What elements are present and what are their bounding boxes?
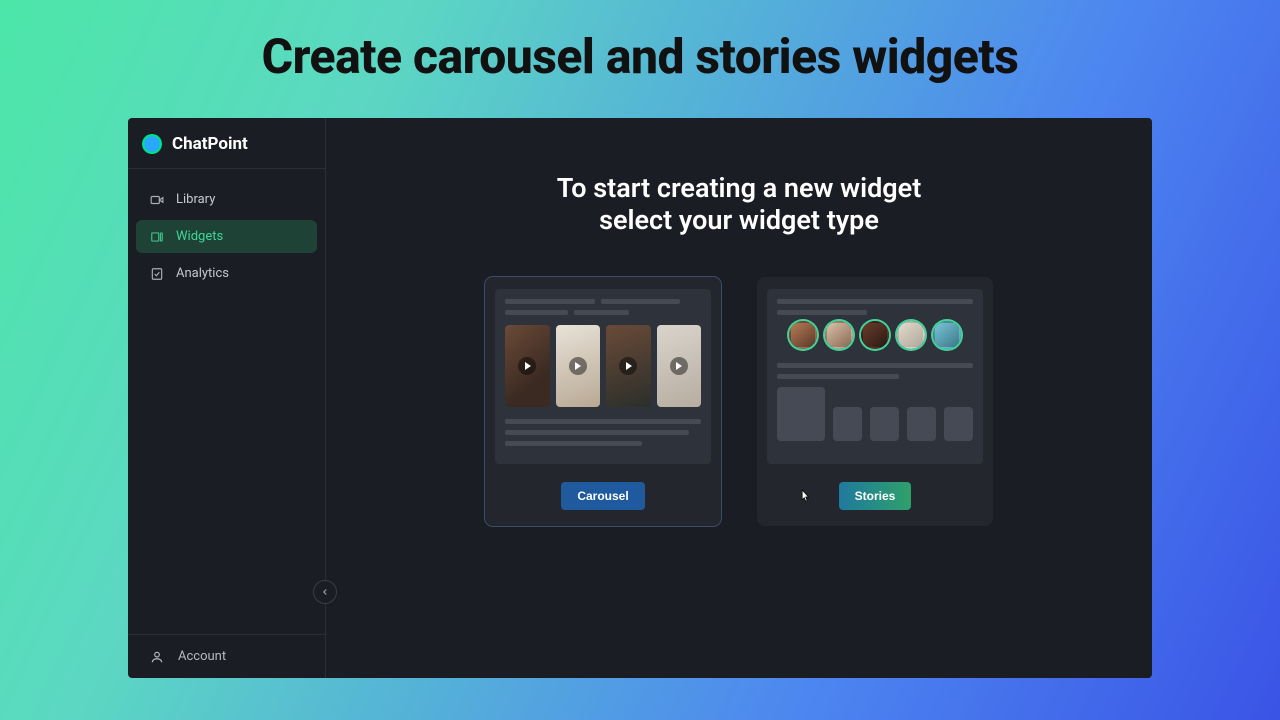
sidebar-item-library[interactable]: Library bbox=[136, 183, 317, 216]
sidebar-item-widgets[interactable]: Widgets bbox=[136, 220, 317, 253]
play-icon bbox=[619, 357, 637, 375]
carousel-thumbnails bbox=[505, 325, 701, 407]
carousel-card[interactable]: Carousel bbox=[485, 277, 721, 526]
main-heading: To start creating a new widget select yo… bbox=[366, 172, 1112, 237]
carousel-thumb bbox=[657, 325, 702, 407]
play-icon bbox=[569, 357, 587, 375]
carousel-preview bbox=[495, 289, 711, 464]
sidebar-item-account[interactable]: Account bbox=[128, 634, 325, 678]
heading-line: select your widget type bbox=[599, 204, 879, 236]
brand: ChatPoint bbox=[128, 118, 325, 169]
user-icon bbox=[150, 650, 164, 664]
heading-line: To start creating a new widget bbox=[557, 172, 922, 204]
sidebar-item-label: Library bbox=[176, 192, 215, 207]
story-avatar bbox=[825, 321, 853, 349]
sidebar-item-label: Analytics bbox=[176, 266, 229, 281]
main-content: To start creating a new widget select yo… bbox=[326, 118, 1152, 678]
sidebar-item-label: Widgets bbox=[176, 229, 223, 244]
play-icon bbox=[670, 357, 688, 375]
brand-logo-icon bbox=[142, 134, 162, 154]
story-avatar bbox=[789, 321, 817, 349]
story-avatar bbox=[861, 321, 889, 349]
placeholder-block bbox=[907, 407, 936, 441]
play-icon bbox=[518, 357, 536, 375]
placeholder-block bbox=[833, 407, 862, 441]
widget-cards: Carousel bbox=[366, 277, 1112, 526]
story-avatar bbox=[933, 321, 961, 349]
carousel-thumb bbox=[606, 325, 651, 407]
stories-avatars bbox=[777, 321, 973, 349]
stories-preview bbox=[767, 289, 983, 464]
video-icon bbox=[150, 193, 164, 207]
placeholder-block bbox=[944, 407, 973, 441]
app-window: ChatPoint Library Widgets Analytics bbox=[128, 118, 1152, 678]
sidebar: ChatPoint Library Widgets Analytics bbox=[128, 118, 326, 678]
sidebar-item-label: Account bbox=[178, 649, 226, 664]
story-avatar bbox=[897, 321, 925, 349]
placeholder-block bbox=[870, 407, 899, 441]
carousel-thumb bbox=[556, 325, 601, 407]
widgets-icon bbox=[150, 230, 164, 244]
carousel-button[interactable]: Carousel bbox=[561, 482, 644, 510]
sidebar-nav: Library Widgets Analytics bbox=[128, 169, 325, 290]
placeholder-block bbox=[777, 387, 825, 441]
stories-card[interactable]: Stories bbox=[757, 277, 993, 526]
hero-title: Create carousel and stories widgets bbox=[0, 0, 1280, 85]
stories-button[interactable]: Stories bbox=[839, 482, 912, 510]
carousel-thumb bbox=[505, 325, 550, 407]
sidebar-item-analytics[interactable]: Analytics bbox=[136, 257, 317, 290]
brand-name: ChatPoint bbox=[172, 134, 248, 154]
analytics-icon bbox=[150, 267, 164, 281]
